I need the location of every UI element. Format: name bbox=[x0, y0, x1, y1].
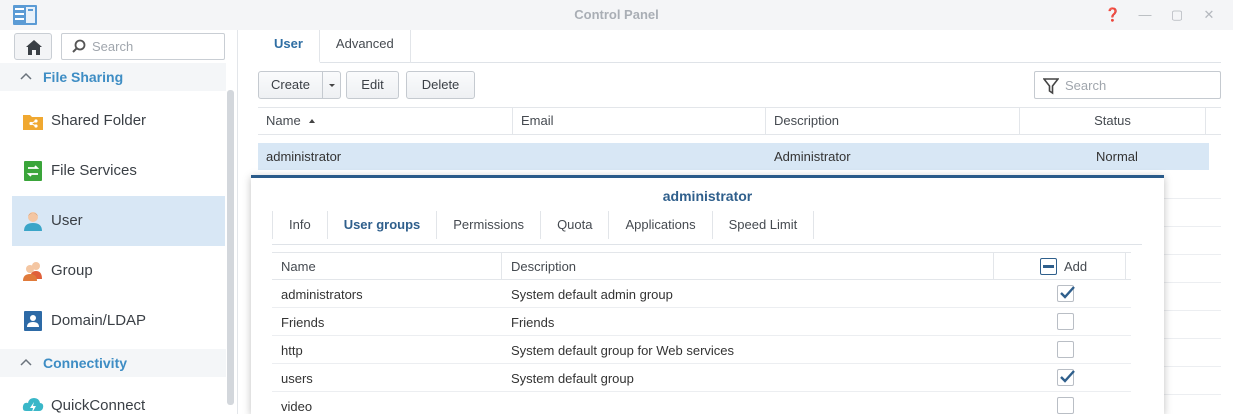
sidebar-item-quickconnect[interactable]: QuickConnect bbox=[12, 381, 225, 414]
sidebar-item-label: User bbox=[51, 212, 83, 229]
table-row[interactable]: users System default group bbox=[272, 364, 1131, 392]
user-search[interactable] bbox=[1034, 71, 1221, 99]
create-dropdown-toggle[interactable] bbox=[322, 72, 340, 98]
column-description[interactable]: Description bbox=[502, 253, 994, 280]
tab-user-groups[interactable]: User groups bbox=[328, 211, 438, 239]
checkmark-icon bbox=[1060, 286, 1075, 299]
chevron-up-icon bbox=[20, 358, 32, 366]
user-table-header: Name Email Description Status bbox=[258, 107, 1221, 135]
column-description[interactable]: Description bbox=[766, 108, 1020, 135]
section-label: File Sharing bbox=[43, 69, 124, 85]
shared-folder-icon bbox=[23, 115, 43, 130]
sidebar-item-label: Domain/LDAP bbox=[51, 312, 147, 329]
sidebar-item-label: Group bbox=[51, 262, 93, 279]
select-all-checkbox[interactable] bbox=[1040, 258, 1057, 275]
add-checkbox[interactable] bbox=[1057, 285, 1075, 302]
maximize-icon[interactable]: ▢ bbox=[1167, 6, 1187, 24]
filter-icon bbox=[1043, 78, 1059, 95]
section-label: Connectivity bbox=[43, 355, 128, 371]
sort-ascending-icon bbox=[309, 119, 316, 123]
create-button[interactable]: Create bbox=[258, 71, 341, 99]
user-search-input[interactable] bbox=[1065, 78, 1215, 93]
popup-tabs: Info User groups Permissions Quota Appli… bbox=[272, 211, 1142, 245]
tab-advanced[interactable]: Advanced bbox=[320, 30, 411, 63]
window-title: Control Panel bbox=[574, 7, 659, 22]
table-row[interactable]: video bbox=[272, 392, 1131, 414]
table-row[interactable]: Friends Friends bbox=[272, 308, 1131, 336]
group-description: System default group for Web services bbox=[511, 343, 735, 358]
search-icon bbox=[72, 39, 86, 53]
tab-applications[interactable]: Applications bbox=[609, 211, 713, 239]
group-description: System default admin group bbox=[511, 287, 673, 302]
sidebar-item-label: QuickConnect bbox=[51, 397, 146, 414]
add-checkbox[interactable] bbox=[1057, 341, 1074, 358]
sidebar-item-user[interactable]: User bbox=[12, 196, 225, 246]
sidebar-item-domain-ldap[interactable]: Domain/LDAP bbox=[12, 296, 225, 346]
tab-quota[interactable]: Quota bbox=[541, 211, 610, 239]
sidebar-search-input[interactable] bbox=[92, 39, 218, 54]
table-row[interactable]: administrators System default admin grou… bbox=[272, 280, 1131, 308]
create-button-label: Create bbox=[270, 77, 311, 92]
sidebar-item-file-services[interactable]: File Services bbox=[12, 146, 225, 196]
group-name: users bbox=[281, 371, 313, 386]
sidebar-item-shared-folder[interactable]: Shared Folder bbox=[12, 96, 225, 146]
row-name: administrator bbox=[266, 149, 342, 164]
add-checkbox[interactable] bbox=[1057, 369, 1075, 386]
group-name: video bbox=[281, 399, 313, 414]
help-icon[interactable]: ❓ bbox=[1103, 6, 1123, 24]
row-status: Normal bbox=[1096, 149, 1138, 164]
column-add[interactable]: Add bbox=[994, 253, 1126, 280]
title-bar: Control Panel ❓ — ▢ ✕ bbox=[0, 0, 1233, 30]
home-button[interactable] bbox=[14, 33, 52, 60]
sidebar-item-label: File Services bbox=[51, 162, 137, 179]
column-status[interactable]: Status bbox=[1020, 108, 1206, 135]
quickconnect-icon bbox=[22, 398, 44, 413]
tab-info[interactable]: Info bbox=[272, 211, 328, 239]
column-name[interactable]: Name bbox=[272, 253, 502, 280]
tab-user[interactable]: User bbox=[258, 30, 320, 63]
sidebar-item-label: Shared Folder bbox=[51, 112, 147, 129]
column-label: Add bbox=[1064, 259, 1088, 274]
group-name: Friends bbox=[281, 315, 325, 330]
column-email[interactable]: Email bbox=[513, 108, 766, 135]
column-name[interactable]: Name bbox=[258, 108, 513, 135]
add-checkbox[interactable] bbox=[1057, 397, 1074, 414]
sidebar: File Sharing Shared Folder File Services… bbox=[0, 30, 238, 414]
home-icon bbox=[26, 40, 42, 55]
delete-button[interactable]: Delete bbox=[406, 71, 475, 99]
group-description: Friends bbox=[511, 315, 555, 330]
edit-button[interactable]: Edit bbox=[346, 71, 399, 99]
column-label: Name bbox=[266, 113, 301, 128]
checkmark-icon bbox=[1060, 370, 1075, 383]
tab-speed-limit[interactable]: Speed Limit bbox=[713, 211, 815, 239]
user-detail-popup: administrator Info User groups Permissio… bbox=[251, 175, 1164, 414]
group-name: administrators bbox=[281, 287, 363, 302]
table-row[interactable]: http System default group for Web servic… bbox=[272, 336, 1131, 364]
user-icon bbox=[24, 212, 42, 231]
table-row[interactable]: administrator Administrator Normal bbox=[258, 143, 1209, 170]
add-checkbox[interactable] bbox=[1057, 313, 1074, 330]
close-icon[interactable]: ✕ bbox=[1199, 6, 1219, 24]
caret-down-icon bbox=[329, 84, 335, 87]
section-connectivity[interactable]: Connectivity bbox=[0, 349, 226, 377]
tab-permissions[interactable]: Permissions bbox=[437, 211, 542, 239]
group-description: System default group bbox=[511, 371, 634, 386]
row-description: Administrator bbox=[774, 149, 851, 164]
group-name: http bbox=[281, 343, 303, 358]
minimize-icon[interactable]: — bbox=[1135, 6, 1155, 24]
domain-ldap-icon bbox=[24, 311, 42, 331]
file-services-icon bbox=[24, 161, 42, 181]
sidebar-search[interactable] bbox=[61, 33, 225, 60]
chevron-up-icon bbox=[20, 72, 32, 80]
popup-title: administrator bbox=[662, 188, 753, 204]
group-icon bbox=[23, 262, 42, 281]
sidebar-scrollbar[interactable] bbox=[227, 90, 234, 405]
main-tabs: User Advanced bbox=[258, 30, 1221, 63]
groups-table-header: Name Description Add bbox=[272, 252, 1131, 280]
section-file-sharing[interactable]: File Sharing bbox=[0, 63, 226, 91]
sidebar-item-group[interactable]: Group bbox=[12, 246, 225, 296]
